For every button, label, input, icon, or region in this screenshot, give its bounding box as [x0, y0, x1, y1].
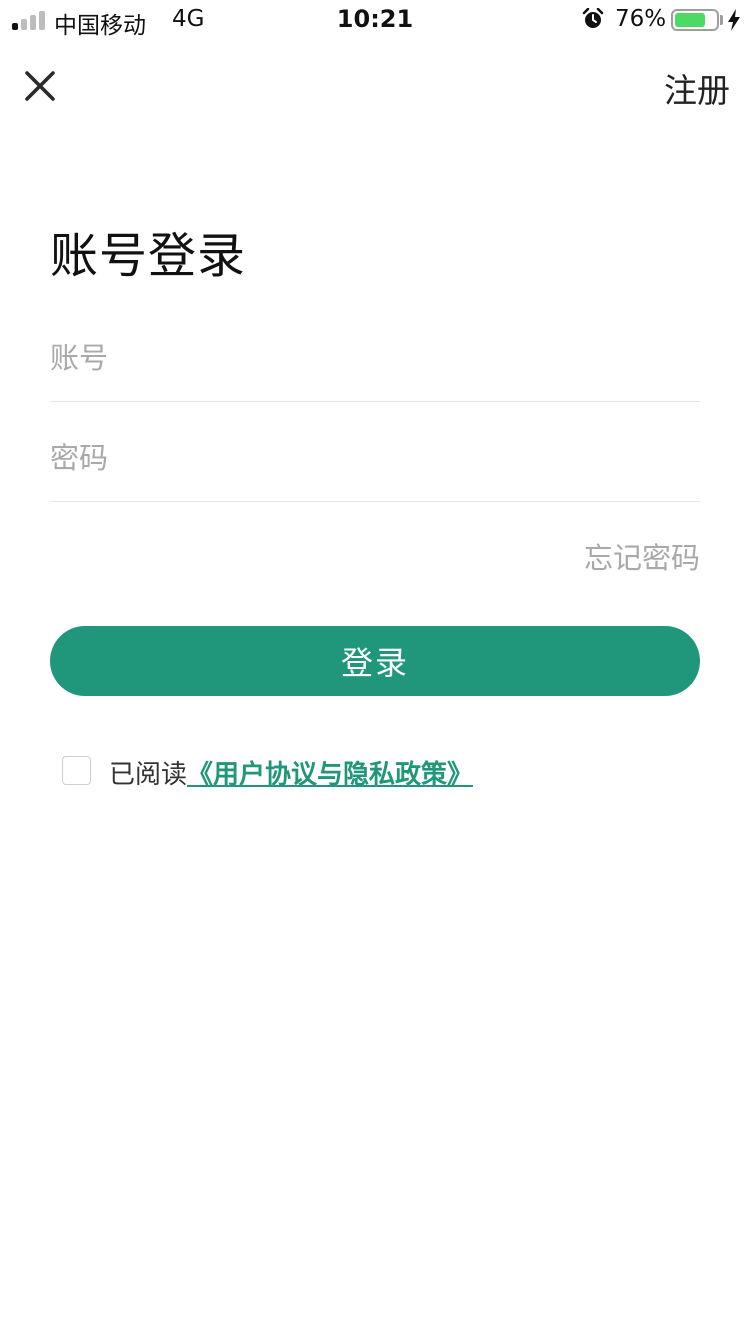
- login-button[interactable]: 登录: [50, 626, 700, 696]
- agreement-row: 已阅读《用户协议与隐私政策》: [62, 754, 702, 790]
- agreement-prefix: 已阅读: [109, 760, 188, 790]
- battery-fill: [675, 13, 706, 27]
- agreement-checkbox[interactable]: [62, 756, 91, 785]
- password-field-row: [50, 402, 700, 502]
- agreement-text: 已阅读《用户协议与隐私政策》: [109, 754, 473, 791]
- battery-percent: 76%: [615, 6, 667, 32]
- battery-tip: [720, 15, 723, 25]
- charging-icon: [728, 9, 740, 31]
- account-input[interactable]: [50, 333, 700, 383]
- login-page: 中国移动 4G 10:21 76% 注册 账号登录 忘记密码 登录: [0, 0, 750, 1334]
- password-input[interactable]: [50, 433, 700, 483]
- alarm-icon: [582, 8, 604, 28]
- account-field-row: [50, 302, 700, 402]
- forgot-password-link[interactable]: 忘记密码: [584, 535, 700, 577]
- privacy-policy-link[interactable]: 《用户协议与隐私政策》: [187, 760, 473, 790]
- battery-icon: [671, 9, 719, 31]
- close-icon: [25, 71, 55, 101]
- register-link[interactable]: 注册: [664, 64, 730, 112]
- page-title: 账号登录: [50, 228, 247, 284]
- close-button[interactable]: [20, 66, 60, 106]
- status-bar: 中国移动 4G 10:21 76%: [0, 0, 750, 40]
